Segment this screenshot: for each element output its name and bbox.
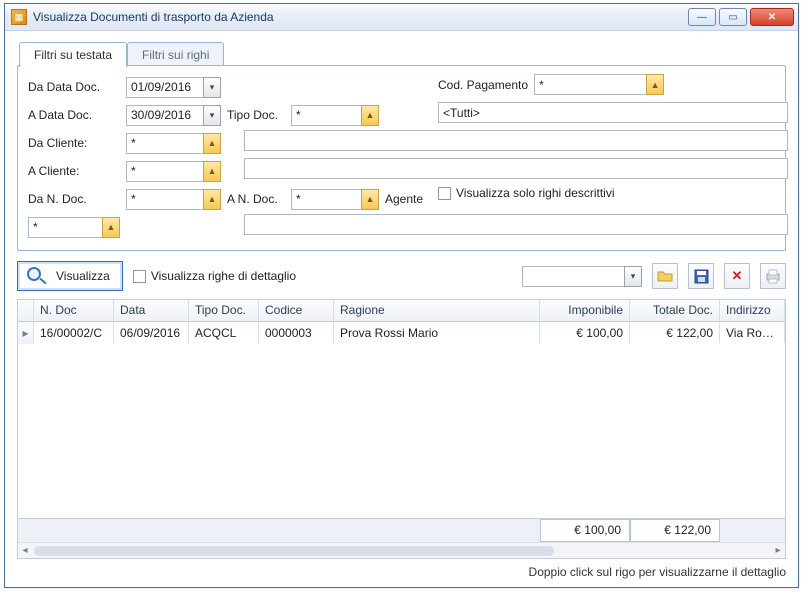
row-handle-header [18,300,34,321]
a-cliente-input[interactable]: * [126,161,203,182]
tipo-doc-label: Tipo Doc. [227,108,278,122]
chevron-down-icon[interactable]: ▾ [203,105,221,126]
da-n-doc-label: Da N. Doc. [28,192,120,206]
minimize-button[interactable]: — [688,8,716,26]
app-icon: ▦ [11,9,27,25]
tabs: Filtri su testata Filtri sui righi [19,41,786,66]
tipo-doc-text[interactable]: <Tutti> [438,102,788,123]
agente-name-input[interactable] [244,214,788,235]
grid-body[interactable]: ▸ 16/00002/C 06/09/2016 ACQCL 0000003 Pr… [18,322,785,518]
row-indicator-icon: ▸ [18,322,34,344]
sum-imponibile: € 100,00 [540,519,630,542]
da-data-label: Da Data Doc. [28,80,120,94]
titlebar: ▦ Visualizza Documenti di trasporto da A… [5,4,798,31]
cod-pagamento-label: Cod. Pagamento [438,78,528,92]
lookup-icon[interactable]: ▲ [361,189,379,210]
visualizza-descrittivi-checkbox[interactable] [438,187,451,200]
cross-icon: ✕ [732,268,743,284]
da-cliente-name-input[interactable] [244,130,788,151]
a-data-label: A Data Doc. [28,108,120,122]
da-data-combo[interactable]: 01/09/2016 ▾ [126,77,221,98]
col-indirizzo[interactable]: Indirizzo [720,300,785,321]
col-totale[interactable]: Totale Doc. [630,300,720,321]
cell-codice: 0000003 [259,323,334,343]
a-n-doc-label: A N. Doc. [227,192,285,206]
export-combo[interactable]: ▾ [522,266,642,287]
grid-header: N. Doc Data Tipo Doc. Codice Ragione Imp… [18,300,785,322]
da-n-doc-input[interactable]: * [126,189,203,210]
scroll-left-icon[interactable]: ◂ [18,545,32,556]
visualizza-dettaglio-label: Visualizza righe di dettaglio [151,269,296,283]
chevron-down-icon[interactable]: ▾ [624,266,642,287]
scroll-right-icon[interactable]: ▸ [771,545,785,556]
tipo-doc-input[interactable]: * [291,105,361,126]
cell-tipo: ACQCL [189,323,259,343]
export-combo-value[interactable] [522,266,624,287]
cell-ragione: Prova Rossi Mario [334,323,540,343]
window-title: Visualizza Documenti di trasporto da Azi… [33,10,688,24]
lookup-icon[interactable]: ▲ [646,74,664,95]
visualizza-button[interactable]: Visualizza [17,261,123,291]
delete-button[interactable]: ✕ [724,263,750,289]
cell-data: 06/09/2016 [114,323,189,343]
cell-indirizzo: Via Roma [720,323,785,343]
folder-open-icon [657,269,673,283]
cell-imponibile: € 100,00 [540,323,630,343]
a-cliente-label: A Cliente: [28,164,120,178]
da-data-value[interactable]: 01/09/2016 [126,77,203,98]
window: ▦ Visualizza Documenti di trasporto da A… [4,3,799,588]
horizontal-scrollbar[interactable]: ◂ ▸ [18,542,785,558]
scrollbar-thumb[interactable] [34,546,554,556]
footer-hint: Doppio click sul rigo per visualizzarne … [17,565,786,579]
col-tipo[interactable]: Tipo Doc. [189,300,259,321]
col-imponibile[interactable]: Imponibile [540,300,630,321]
col-ndoc[interactable]: N. Doc [34,300,114,321]
visualizza-descrittivi-label: Visualizza solo righi descrittivi [456,186,615,200]
col-codice[interactable]: Codice [259,300,334,321]
filter-panel: Da Data Doc. 01/09/2016 ▾ Cod. Pagamento… [17,65,786,251]
lookup-icon[interactable]: ▲ [203,161,221,182]
a-data-combo[interactable]: 30/09/2016 ▾ [126,105,221,126]
print-button[interactable] [760,263,786,289]
sum-totale: € 122,00 [630,519,720,542]
visualizza-button-label: Visualizza [56,269,110,283]
visualizza-dettaglio-checkbox[interactable] [133,270,146,283]
table-row[interactable]: ▸ 16/00002/C 06/09/2016 ACQCL 0000003 Pr… [18,322,785,344]
agente-input[interactable]: * [28,217,102,238]
lookup-icon[interactable]: ▲ [203,133,221,154]
a-cliente-name-input[interactable] [244,158,788,179]
close-button[interactable]: ✕ [750,8,794,26]
da-cliente-input[interactable]: * [126,133,203,154]
tab-filtri-righi[interactable]: Filtri sui righi [127,42,224,67]
a-n-doc-input[interactable]: * [291,189,361,210]
summary-row: € 100,00 € 122,00 [18,518,785,542]
lookup-icon[interactable]: ▲ [203,189,221,210]
lookup-icon[interactable]: ▲ [361,105,379,126]
a-data-value[interactable]: 30/09/2016 [126,105,203,126]
results-grid: N. Doc Data Tipo Doc. Codice Ragione Imp… [17,299,786,559]
da-cliente-label: Da Cliente: [28,136,120,150]
chevron-down-icon[interactable]: ▾ [203,77,221,98]
tab-filtri-testata[interactable]: Filtri su testata [19,42,127,67]
lookup-icon[interactable]: ▲ [102,217,120,238]
cod-pagamento-input[interactable]: * [534,74,646,95]
maximize-button[interactable]: ▭ [719,8,747,26]
save-button[interactable] [688,263,714,289]
open-folder-button[interactable] [652,263,678,289]
search-icon [26,266,50,286]
floppy-disk-icon [694,269,709,284]
cell-totale: € 122,00 [630,323,720,343]
action-bar: Visualizza Visualizza righe di dettaglio… [17,261,786,291]
printer-icon [765,269,781,284]
col-data[interactable]: Data [114,300,189,321]
cell-ndoc: 16/00002/C [34,323,114,343]
col-ragione[interactable]: Ragione [334,300,540,321]
